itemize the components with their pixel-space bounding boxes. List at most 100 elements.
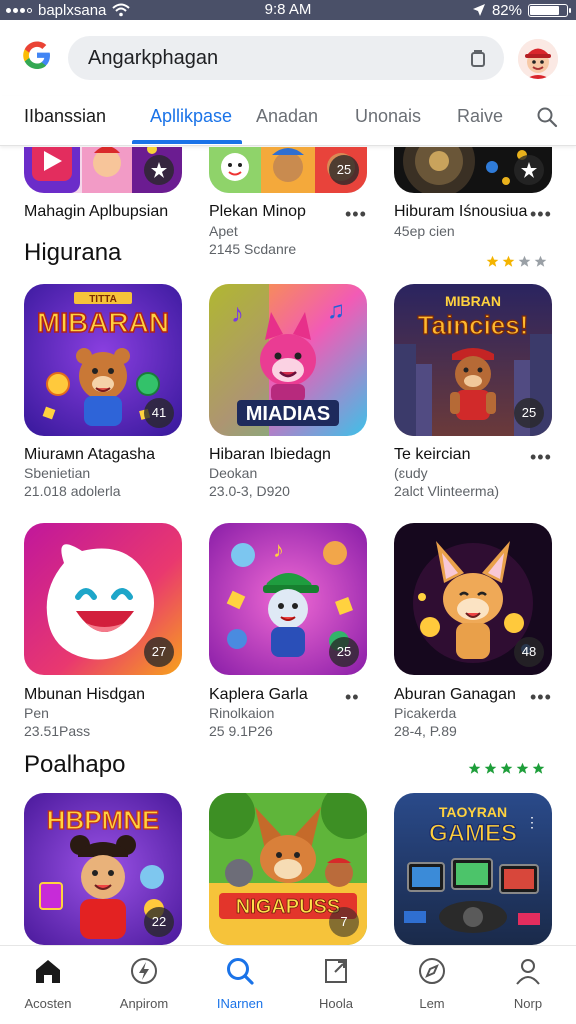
music-note-icon: ♫ (327, 297, 345, 324)
tab-raive[interactable]: Raive (457, 96, 503, 146)
rating-star-icon (502, 255, 515, 267)
app-subtitle: 2alct Vlinteerma) (394, 483, 500, 499)
app-name[interactable]: Hibaran Ibiedagn (209, 446, 331, 464)
section-rating (486, 255, 547, 268)
more-options-icon[interactable]: •• (345, 688, 360, 706)
app-name[interactable]: Hiburam Iśnousiua (394, 203, 527, 221)
app-subtitle: 2145 Scdanre (209, 241, 297, 257)
app-subtitle: 21.018 adolerla (24, 483, 121, 499)
app-icon-hbpmne[interactable]: HBPMNE 22 (24, 793, 182, 945)
location-arrow-icon (472, 4, 485, 16)
tab-iibanssian[interactable]: IIbanssian (24, 96, 106, 146)
app-badge: 25 (329, 155, 359, 185)
rating-star-icon (516, 762, 529, 774)
app-icon-mbunan[interactable]: 27 (24, 523, 182, 675)
app-subtitle: Apet (209, 223, 238, 239)
music-note-icon: ♪ (231, 298, 244, 328)
nav-label: Norp (513, 996, 543, 1011)
nav-item-hoola[interactable]: Hoola (288, 946, 384, 1024)
app-badge: 41 (144, 398, 174, 428)
battery-percent: 82% (491, 1, 522, 19)
app-badge: 27 (144, 637, 174, 667)
app-subtitle: 23.51Pass (24, 723, 91, 739)
more-options-icon[interactable]: ⋮ (525, 815, 540, 829)
nav-item-anpirom[interactable]: Anpirom (96, 946, 192, 1024)
lens-icon[interactable] (468, 48, 488, 68)
compass-icon (419, 958, 445, 984)
app-name[interactable]: Aburan Ganagan (394, 686, 516, 704)
tile-art-title: HBPMNE (47, 805, 160, 835)
nav-label: Lem (419, 996, 445, 1011)
app-name[interactable]: Kaplera Garla (209, 686, 308, 704)
app-name[interactable]: Miurамn Atagasha (24, 446, 155, 464)
app-name[interactable]: Te keircian (394, 446, 470, 464)
nav-item-lem[interactable]: Lem (384, 946, 480, 1024)
nav-item-inarnen[interactable]: INarnen (192, 946, 288, 1024)
tile-art-title: Taincies! (418, 310, 529, 340)
rating-star-icon (518, 255, 531, 267)
rating-star-icon (468, 762, 481, 774)
nav-item-norp[interactable]: Norp (480, 946, 576, 1024)
app-badge: 7 (329, 907, 359, 937)
app-list-scroll[interactable]: 25 Mahagin Aplbupsian Plekan Minop ••• A… (0, 147, 576, 945)
search-icon[interactable] (536, 106, 558, 128)
more-options-icon[interactable]: ••• (530, 448, 552, 466)
app-name[interactable]: Mbunan Hisdgan (24, 686, 145, 704)
app-subtitle: 25 9.1P26 (209, 723, 273, 739)
nav-item-acosten[interactable]: Acosten (0, 946, 96, 1024)
app-subtitle: Deokan (209, 465, 258, 481)
app-icon-nigapuss[interactable]: NIGAPUSS 7 (209, 793, 367, 945)
app-subtitle: (ɛudy (394, 465, 428, 481)
avatar-face-icon (518, 39, 558, 79)
app-subtitle: Pen (24, 705, 49, 721)
app-name[interactable]: Plekan Minop (209, 203, 306, 221)
section-title: Higurana (24, 239, 122, 266)
avatar[interactable] (518, 39, 558, 79)
rating-star-icon (500, 762, 513, 774)
tile-art-title: NIGAPUSS (236, 896, 340, 918)
tile-art-title: MIADIAS (246, 403, 330, 425)
search-header: Angarkphagan (0, 20, 576, 96)
google-logo-icon[interactable] (20, 38, 54, 72)
search-query: Angarkphagan (88, 47, 219, 69)
app-icon-miuramn[interactable]: TITTA MIBARAN 41 (24, 284, 182, 436)
app-subtitle: 23.0-3, D920 (209, 483, 290, 499)
tile-banner: TAOYRAN (439, 804, 507, 820)
rating-star-icon (484, 762, 497, 774)
active-tab-indicator (132, 140, 242, 144)
app-badge (514, 155, 544, 185)
tab-anadan[interactable]: Anadan (256, 96, 318, 146)
app-icon-plekan[interactable]: 25 (209, 147, 367, 193)
app-badge: 25 (329, 637, 359, 667)
search-icon (227, 958, 254, 985)
bookmark-icon (325, 959, 347, 983)
nav-label: Anpirom (119, 996, 169, 1011)
tile-art-title: MIBARAN (37, 307, 169, 338)
rating-star-icon (532, 762, 545, 774)
app-icon-te-keircian[interactable]: MIBRAN Taincies! 25 (394, 284, 552, 436)
app-icon-taoyran-games[interactable]: TAOYRAN GAMES ⋮ (394, 793, 552, 945)
search-input[interactable]: Angarkphagan (68, 36, 504, 80)
section-rating (468, 762, 545, 775)
app-icon-aburan[interactable]: 48 (394, 523, 552, 675)
rating-star-icon (534, 255, 547, 267)
more-options-icon[interactable]: ••• (530, 688, 552, 706)
tab-unonais[interactable]: Unonais (355, 96, 421, 146)
tile-art-title: GAMES (429, 820, 517, 847)
more-options-icon[interactable]: ••• (530, 205, 552, 223)
app-icon-hiburam[interactable] (394, 147, 552, 193)
more-options-icon[interactable]: ••• (345, 205, 367, 223)
nav-label: Acosten (24, 996, 72, 1011)
app-badge: 48 (514, 637, 544, 667)
app-icon-kaplera[interactable]: ♪ 25 (209, 523, 367, 675)
battery-icon (528, 3, 571, 17)
app-badge: 25 (514, 398, 544, 428)
app-icon-mahagin[interactable] (24, 147, 182, 193)
star-badge-icon (151, 162, 167, 178)
bottom-navigation: Acosten Anpirom INarnen Hoola Lem Norp (0, 945, 576, 1024)
battery-fill (530, 5, 559, 15)
app-badge: 22 (144, 907, 174, 937)
app-name[interactable]: Mahagin Aplbupsian (24, 203, 168, 221)
tab-apllikpase[interactable]: Apllikpase (150, 96, 232, 146)
app-icon-hibaran[interactable]: ♪ ♫ MIADIAS (209, 284, 367, 436)
